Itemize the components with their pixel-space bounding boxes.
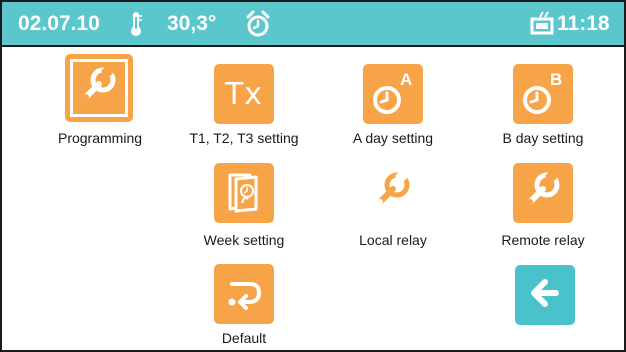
default-button[interactable] xyxy=(214,264,274,324)
a-day-setting-button[interactable]: A xyxy=(363,64,423,124)
programming-label: Programming xyxy=(57,130,143,146)
wrench-icon xyxy=(521,168,565,218)
clock-b-icon: B xyxy=(513,64,573,124)
temperature-display: 30,3° xyxy=(167,12,217,35)
remote-relay-button[interactable] xyxy=(513,163,573,223)
tx-icon: Tx xyxy=(224,76,264,112)
back-arrow-icon xyxy=(528,276,562,315)
wrench-icon xyxy=(371,168,415,218)
t-setting-label: T1, T2, T3 setting xyxy=(189,130,299,146)
time-display: 11:18 xyxy=(557,12,610,35)
b-day-setting-button[interactable]: B xyxy=(513,64,573,124)
screen-frame: 02.07.10 30,3° 11:18 Programming Tx T1, … xyxy=(0,0,626,352)
return-arrow-icon xyxy=(224,272,264,317)
back-button[interactable] xyxy=(515,265,575,325)
week-calendar-icon xyxy=(224,169,264,218)
clock-a-icon: A xyxy=(363,64,423,124)
week-setting-button[interactable] xyxy=(214,163,274,223)
status-bar: 02.07.10 30,3° 11:18 xyxy=(2,2,624,47)
window-timer-icon xyxy=(530,10,554,42)
local-relay-button[interactable] xyxy=(363,163,423,223)
thermometer-icon xyxy=(129,11,143,43)
t-setting-button[interactable]: Tx xyxy=(214,64,274,124)
programming-button[interactable] xyxy=(65,54,133,122)
remote-relay-label: Remote relay xyxy=(501,232,585,248)
wrench-icon xyxy=(77,63,121,113)
a-day-setting-label: A day setting xyxy=(352,130,434,146)
local-relay-label: Local relay xyxy=(359,232,427,248)
alarm-clock-icon xyxy=(245,10,271,44)
default-label: Default xyxy=(221,330,267,346)
week-setting-label: Week setting xyxy=(203,232,285,248)
date-display: 02.07.10 xyxy=(18,12,100,35)
b-day-setting-label: B day setting xyxy=(502,130,584,146)
